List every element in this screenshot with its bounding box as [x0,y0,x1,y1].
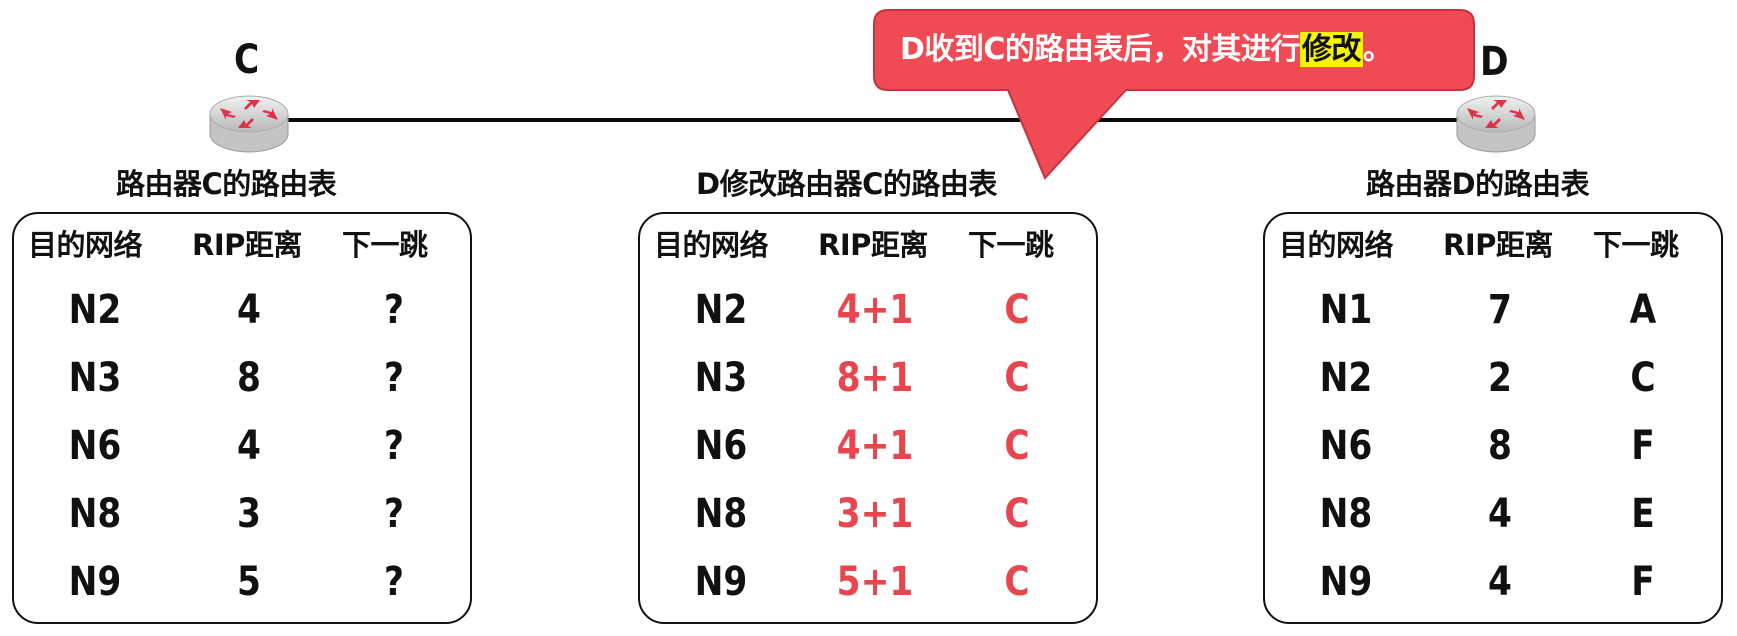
router-icon [1456,95,1536,153]
header-destination: 目的网络 [654,228,769,262]
cell-destination: N9 [694,559,748,605]
cell-distance-modified: 5+1 [836,559,914,605]
cell-next-hop: F [1631,559,1655,605]
router-d [1455,92,1537,156]
cell-distance: 4 [237,423,261,469]
cell-distance: 4 [1488,559,1512,605]
cell-destination: N1 [1319,287,1373,333]
table-title-modified: D修改路由器C的路由表 [696,167,997,201]
cell-destination: N2 [1319,355,1373,401]
header-destination: 目的网络 [1279,228,1394,262]
cell-next-hop: ? [384,559,404,605]
callout-suffix: 。 [1362,32,1393,67]
header-next-hop: 下一跳 [342,228,428,262]
header-rip-distance: RIP距离 [1443,228,1553,262]
cell-distance: 8 [1488,423,1512,469]
header-rip-distance: RIP距离 [192,228,302,262]
cell-distance-modified: 4+1 [836,287,914,333]
cell-destination: N6 [68,423,122,469]
cell-destination: N9 [68,559,122,605]
cell-destination: N3 [68,355,122,401]
cell-next-hop: A [1629,287,1657,333]
cell-destination: N6 [694,423,748,469]
cell-next-hop-modified: C [1004,559,1030,605]
cell-destination: N9 [1319,559,1373,605]
callout-prefix: D收到C的路由表后，对其进行 [900,32,1300,67]
cell-next-hop: C [1630,355,1656,401]
cell-destination: N6 [1319,423,1373,469]
callout-highlight: 修改 [1299,32,1363,67]
cell-distance: 8 [237,355,261,401]
header-next-hop: 下一跳 [968,228,1054,262]
cell-distance: 7 [1488,287,1512,333]
router-icon [209,95,289,153]
cell-destination: N2 [694,287,748,333]
router-label-d: D [1480,39,1509,85]
header-rip-distance: RIP距离 [818,228,928,262]
callout-text: D收到C的路由表后，对其进行修改。 [900,30,1393,70]
cell-destination: N8 [1319,491,1373,537]
table-title-router-c: 路由器C的路由表 [116,167,337,201]
cell-destination: N8 [68,491,122,537]
cell-distance: 5 [237,559,261,605]
cell-distance: 4 [237,287,261,333]
cell-next-hop: F [1631,423,1655,469]
cell-distance-modified: 8+1 [836,355,914,401]
cell-destination: N2 [68,287,122,333]
router-c [208,92,290,156]
cell-distance-modified: 3+1 [836,491,914,537]
cell-distance: 2 [1488,355,1512,401]
router-label-c: C [234,37,260,83]
cell-next-hop-modified: C [1004,287,1030,333]
cell-next-hop-modified: C [1004,491,1030,537]
header-destination: 目的网络 [28,228,143,262]
network-link [250,118,1475,122]
cell-destination: N3 [694,355,748,401]
cell-next-hop-modified: C [1004,355,1030,401]
cell-next-hop: ? [384,491,404,537]
table-title-router-d: 路由器D的路由表 [1366,167,1590,201]
header-next-hop: 下一跳 [1593,228,1679,262]
cell-next-hop: E [1631,491,1655,537]
cell-next-hop: ? [384,423,404,469]
cell-next-hop: ? [384,355,404,401]
cell-distance: 4 [1488,491,1512,537]
cell-distance-modified: 4+1 [836,423,914,469]
cell-destination: N8 [694,491,748,537]
cell-next-hop-modified: C [1004,423,1030,469]
cell-distance: 3 [237,491,261,537]
cell-next-hop: ? [384,287,404,333]
